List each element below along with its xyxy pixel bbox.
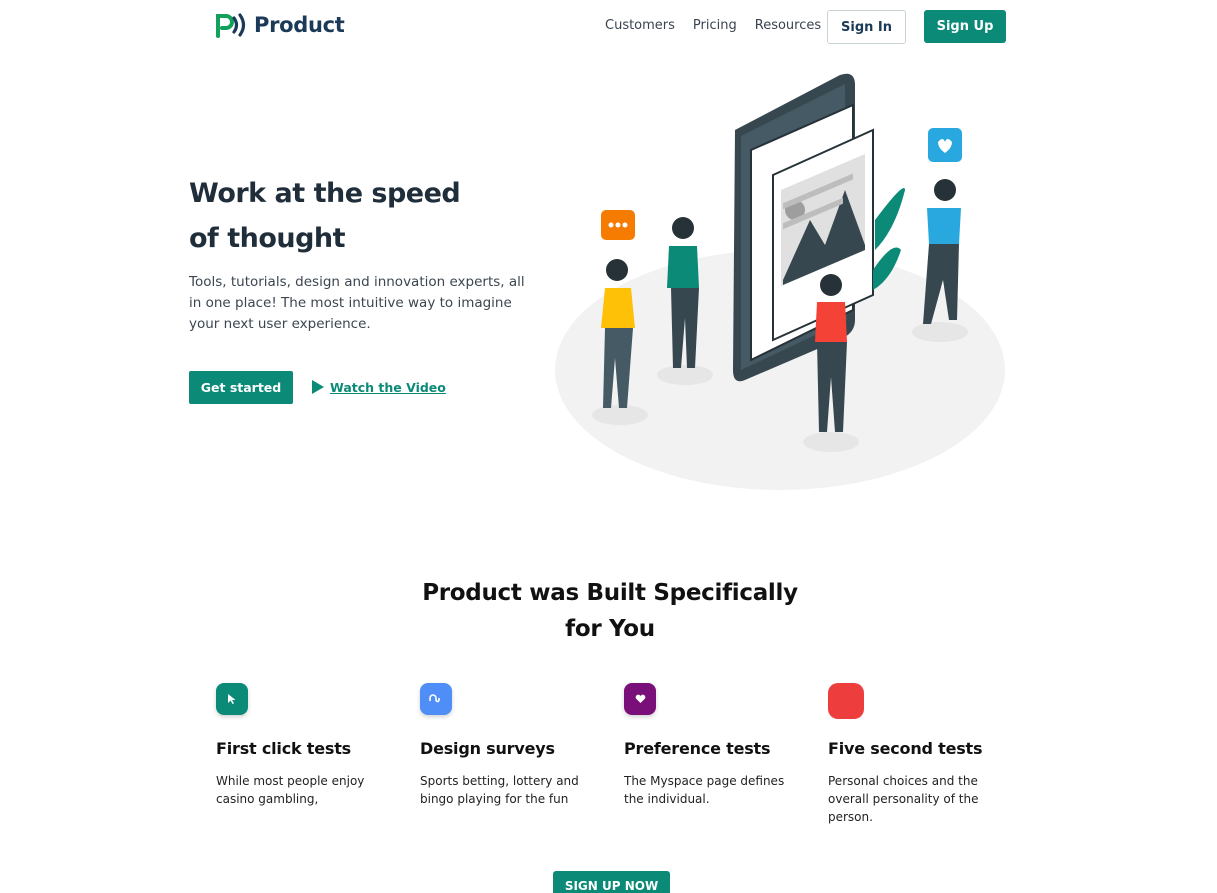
nav-link-pricing[interactable]: Pricing — [693, 18, 737, 33]
nav-links: Customers Pricing Resources — [605, 18, 821, 33]
feature-preference-tests: Preference tests The Myspace page define… — [624, 683, 804, 808]
features-title-line1: Product was Built Specifically — [422, 580, 798, 606]
sign-up-now-button[interactable]: SIGN UP NOW — [553, 871, 670, 893]
watch-video-link[interactable]: Watch the Video — [311, 379, 446, 395]
feature-design-surveys: Design surveys Sports betting, lottery a… — [420, 683, 600, 808]
brand-logo[interactable]: Product — [216, 12, 345, 38]
feature-title: Design surveys — [420, 739, 555, 758]
nav-link-customers[interactable]: Customers — [605, 18, 675, 33]
cursor-icon — [216, 683, 248, 715]
features-title: Product was Built Specifically for You — [400, 575, 820, 647]
feature-description: The Myspace page defines the individual. — [624, 774, 785, 806]
watch-video-label: Watch the Video — [330, 379, 446, 395]
stumbleupon-icon — [420, 683, 452, 715]
brand-name: Product — [254, 13, 345, 37]
top-nav: Product Customers Pricing Resources Sign… — [0, 0, 1217, 54]
feature-description: Sports betting, lottery and bingo playin… — [420, 774, 579, 806]
logo-icon — [216, 13, 246, 38]
hero-description: Tools, tutorials, design and innovation … — [189, 274, 525, 332]
get-started-button[interactable]: Get started — [189, 371, 293, 404]
sign-in-button[interactable]: Sign In — [827, 10, 906, 44]
feature-title: Preference tests — [624, 739, 771, 758]
feature-title: Five second tests — [828, 739, 983, 758]
heart-icon — [624, 683, 656, 715]
feature-title: First click tests — [216, 739, 351, 758]
features-title-line2: for You — [565, 616, 655, 642]
feature-description: While most people enjoy casino gambling, — [216, 774, 365, 806]
nav-link-resources[interactable]: Resources — [755, 18, 821, 33]
hero-title-line1: Work at the speed — [189, 178, 461, 209]
sign-up-button[interactable]: Sign Up — [924, 10, 1006, 43]
feature-first-click: First click tests While most people enjo… — [216, 683, 396, 808]
hero-title: Work at the speed of thought — [189, 171, 519, 261]
hero-title-line2: of thought — [189, 223, 346, 254]
hero-illustration — [555, 73, 1005, 490]
play-icon — [312, 380, 324, 394]
feature-description: Personal choices and the overall persona… — [828, 774, 979, 824]
feature-five-second-tests: Five second tests Personal choices and t… — [828, 683, 1008, 826]
blank-icon — [828, 683, 864, 719]
